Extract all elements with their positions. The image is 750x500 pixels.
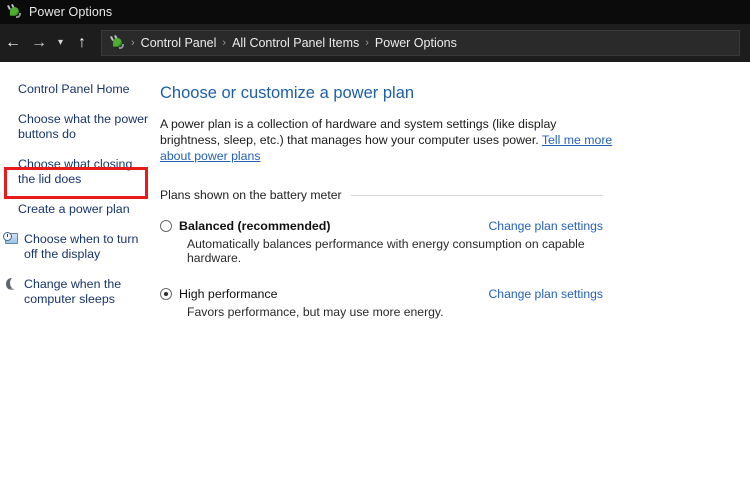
main-panel: Choose or customize a power plan A power… [160,62,750,319]
sleep-moon-icon [4,277,19,292]
radio-balanced[interactable] [160,220,172,232]
sidebar-item-computer-sleeps[interactable]: Change when the computer sleeps [0,277,160,307]
breadcrumb-separator: › [222,37,227,49]
display-clock-icon [3,232,19,247]
intro-paragraph: A power plan is a collection of hardware… [160,116,615,164]
sidebar-item-closing-lid[interactable]: Choose what closing the lid does [0,157,160,187]
content-area: Control Panel Home Choose what the power… [0,62,750,500]
plan-description: Automatically balances performance with … [187,237,585,265]
breadcrumb-separator: › [365,37,369,49]
plan-name: High performance [179,287,278,301]
breadcrumb-item-control-panel[interactable]: Control Panel [141,36,217,50]
forward-arrow-icon[interactable]: → [26,29,52,57]
section-label: Plans shown on the battery meter [160,188,342,202]
radio-high-performance[interactable] [160,288,172,300]
intro-text: A power plan is a collection of hardware… [160,117,557,147]
power-plug-icon [6,3,22,20]
sidebar-item-label: Choose when to turn off the display [24,232,139,261]
section-header-battery-meter: Plans shown on the battery meter [160,188,603,202]
sidebar-item-power-buttons[interactable]: Choose what the power buttons do [0,112,160,142]
sidebar-item-turn-off-display[interactable]: Choose when to turn off the display [0,232,160,262]
sidebar: Control Panel Home Choose what the power… [0,62,160,322]
plan-description: Favors performance, but may use more ene… [187,305,444,319]
change-plan-settings-high-performance[interactable]: Change plan settings [488,287,603,301]
sidebar-item-label: Change when the computer sleeps [24,277,122,306]
change-plan-settings-balanced[interactable]: Change plan settings [488,219,603,233]
power-plan-balanced: Balanced (recommended) Change plan setti… [160,219,603,265]
breadcrumb-item-power-options[interactable]: Power Options [375,36,457,50]
sidebar-item-control-panel-home[interactable]: Control Panel Home [0,82,160,97]
title-bar: Power Options [0,0,750,24]
navigation-toolbar: ← → ▾ ↑ › Control Panel › All Control Pa… [0,24,750,62]
address-bar[interactable]: › Control Panel › All Control Panel Item… [101,30,740,56]
chevron-down-icon[interactable]: ▾ [52,29,69,57]
window-title: Power Options [29,5,113,19]
back-arrow-icon[interactable]: ← [0,29,26,57]
sidebar-item-create-power-plan[interactable]: Create a power plan [0,202,160,217]
page-title: Choose or customize a power plan [160,84,415,102]
breadcrumb-separator: › [131,37,135,49]
power-plug-icon [109,34,125,51]
plan-name: Balanced (recommended) [179,219,331,233]
power-options-window: Power Options ← → ▾ ↑ › Control Panel › … [0,0,750,500]
section-divider [350,194,603,196]
breadcrumb-item-all-control-panel-items[interactable]: All Control Panel Items [232,36,359,50]
up-arrow-icon[interactable]: ↑ [69,29,95,57]
power-plan-high-performance: High performance Change plan settings Fa… [160,287,603,319]
